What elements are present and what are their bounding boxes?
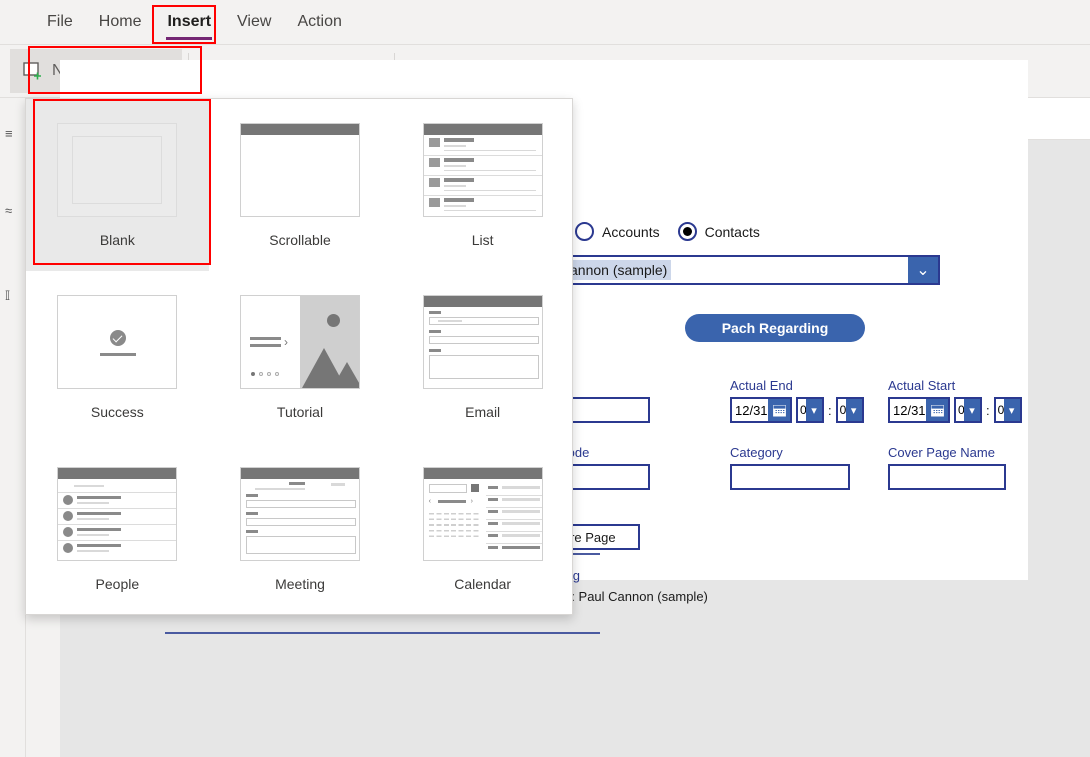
actual-end-hour-spinner[interactable]: 0 ▾ bbox=[796, 397, 824, 423]
field-label: Cover Page Name bbox=[888, 445, 995, 460]
template-caption: Email bbox=[465, 403, 501, 420]
field-category: Category bbox=[730, 445, 850, 490]
template-email[interactable]: Email bbox=[391, 271, 574, 443]
date-value: 12/31 bbox=[735, 402, 768, 418]
actual-end-datetime: 12/31 0 ▾ : 0 ▾ bbox=[730, 397, 864, 423]
template-grid: Blank Scrollable List Success › Tutorial… bbox=[26, 99, 574, 616]
time-colon: : bbox=[986, 402, 990, 418]
template-thumbnail-email bbox=[422, 294, 543, 389]
template-caption: People bbox=[95, 576, 140, 593]
chevron-down-icon[interactable]: ⌄ bbox=[908, 257, 938, 283]
menu-item-label: View bbox=[237, 13, 272, 30]
template-thumbnail-people bbox=[57, 467, 178, 562]
template-thumbnail-list bbox=[422, 122, 543, 217]
category-input[interactable] bbox=[730, 464, 850, 490]
menu-item-insert[interactable]: Insert bbox=[154, 9, 224, 40]
template-thumbnail-meeting bbox=[239, 467, 360, 562]
template-caption: Tutorial bbox=[276, 403, 324, 420]
pach-regarding-label: Pach Regarding bbox=[721, 320, 829, 336]
template-tutorial[interactable]: › Tutorial bbox=[209, 271, 392, 443]
menu-item-label: File bbox=[47, 13, 73, 30]
actual-end-minute-spinner[interactable]: 0 ▾ bbox=[835, 397, 864, 423]
template-success[interactable]: Success bbox=[26, 271, 209, 443]
template-thumbnail-scrollable bbox=[239, 122, 360, 217]
contact-combobox[interactable]: Paul Cannon (sample) ⌄ bbox=[520, 255, 940, 285]
actual-start-hour-spinner[interactable]: 0 ▾ bbox=[954, 397, 982, 423]
field-label: Actual Start bbox=[888, 378, 956, 393]
menu-item-label: Insert bbox=[167, 13, 212, 30]
template-calendar[interactable]: ‹ › Calendar bbox=[391, 444, 574, 616]
template-scrollable[interactable]: Scrollable bbox=[209, 99, 392, 271]
date-value: 12/31 bbox=[893, 402, 926, 418]
app-window: File Home Insert View Action New screen … bbox=[0, 0, 1090, 757]
template-thumbnail-success bbox=[57, 294, 178, 389]
template-blank[interactable]: Blank bbox=[26, 99, 209, 272]
cover-page-name-input[interactable] bbox=[888, 464, 1006, 490]
template-list[interactable]: List bbox=[391, 99, 574, 271]
template-caption: List bbox=[471, 231, 494, 248]
template-caption: Meeting bbox=[275, 576, 325, 593]
menu-item-action[interactable]: Action bbox=[284, 9, 354, 35]
field-cover-page-name: Cover Page Name bbox=[888, 445, 1006, 490]
field-label: Actual End bbox=[730, 378, 793, 393]
template-thumbnail-tutorial: › bbox=[239, 294, 360, 389]
template-thumbnail-blank bbox=[57, 122, 178, 217]
pach-regarding-button[interactable]: Pach Regarding bbox=[685, 314, 865, 342]
actual-end-date-input[interactable]: 12/31 bbox=[730, 397, 792, 423]
calendar-icon[interactable] bbox=[768, 399, 790, 421]
data-sources-icon[interactable]: ≈ bbox=[5, 203, 21, 218]
menu-item-file[interactable]: File bbox=[34, 9, 86, 35]
actual-start-date-input[interactable]: 12/31 bbox=[888, 397, 950, 423]
field-actual-end: Actual End 12/31 0 ▾ : 0 ▾ bbox=[730, 378, 864, 423]
active-tab-underline bbox=[166, 37, 213, 40]
template-caption: Scrollable bbox=[269, 231, 331, 248]
field-actual-start: Actual Start 12/31 0 ▾ : 0 ▾ bbox=[888, 378, 1022, 423]
radio-circle-selected-icon bbox=[677, 222, 697, 241]
new-screen-template-panel: Blank Scrollable List Success › Tutorial… bbox=[25, 98, 573, 615]
template-caption: Blank bbox=[99, 231, 135, 248]
field-label: Category bbox=[730, 445, 783, 460]
left-rail: ≡ ≈ 𝕀 bbox=[0, 98, 26, 757]
media-panel-icon[interactable]: 𝕀 bbox=[5, 288, 21, 304]
calendar-icon[interactable] bbox=[926, 399, 948, 421]
time-colon: : bbox=[828, 402, 832, 418]
template-caption: Calendar bbox=[454, 576, 512, 593]
menu-item-label: Home bbox=[98, 13, 142, 30]
radio-contacts[interactable]: Contacts bbox=[677, 222, 760, 241]
radio-label: Contacts bbox=[704, 223, 760, 240]
menu-item-home[interactable]: Home bbox=[86, 9, 155, 35]
template-caption: Success bbox=[90, 403, 144, 420]
template-thumbnail-calendar: ‹ › bbox=[422, 467, 543, 562]
chevron-down-icon[interactable]: ▾ bbox=[845, 399, 862, 421]
template-people[interactable]: People bbox=[26, 444, 209, 616]
tree-view-icon[interactable]: ≡ bbox=[5, 126, 21, 141]
menu-item-label: Action bbox=[297, 13, 342, 30]
radio-accounts[interactable]: Accounts bbox=[575, 222, 660, 241]
chevron-down-icon[interactable]: ▾ bbox=[964, 399, 980, 421]
menu-item-view[interactable]: View bbox=[224, 9, 284, 35]
radio-circle-icon bbox=[575, 222, 594, 241]
actual-start-minute-spinner[interactable]: 0 ▾ bbox=[993, 397, 1022, 423]
actual-start-datetime: 12/31 0 ▾ : 0 ▾ bbox=[888, 397, 1022, 423]
radio-label: Accounts bbox=[602, 223, 660, 240]
entity-radio-group: Accounts Contacts bbox=[575, 222, 760, 241]
menu-bar: File Home Insert View Action bbox=[0, 0, 1090, 44]
chevron-down-icon[interactable]: ▾ bbox=[806, 399, 822, 421]
template-meeting[interactable]: Meeting bbox=[209, 444, 392, 616]
chevron-down-icon[interactable]: ▾ bbox=[1003, 399, 1020, 421]
new-screen-icon bbox=[22, 60, 44, 82]
gallery-divider bbox=[165, 632, 600, 634]
